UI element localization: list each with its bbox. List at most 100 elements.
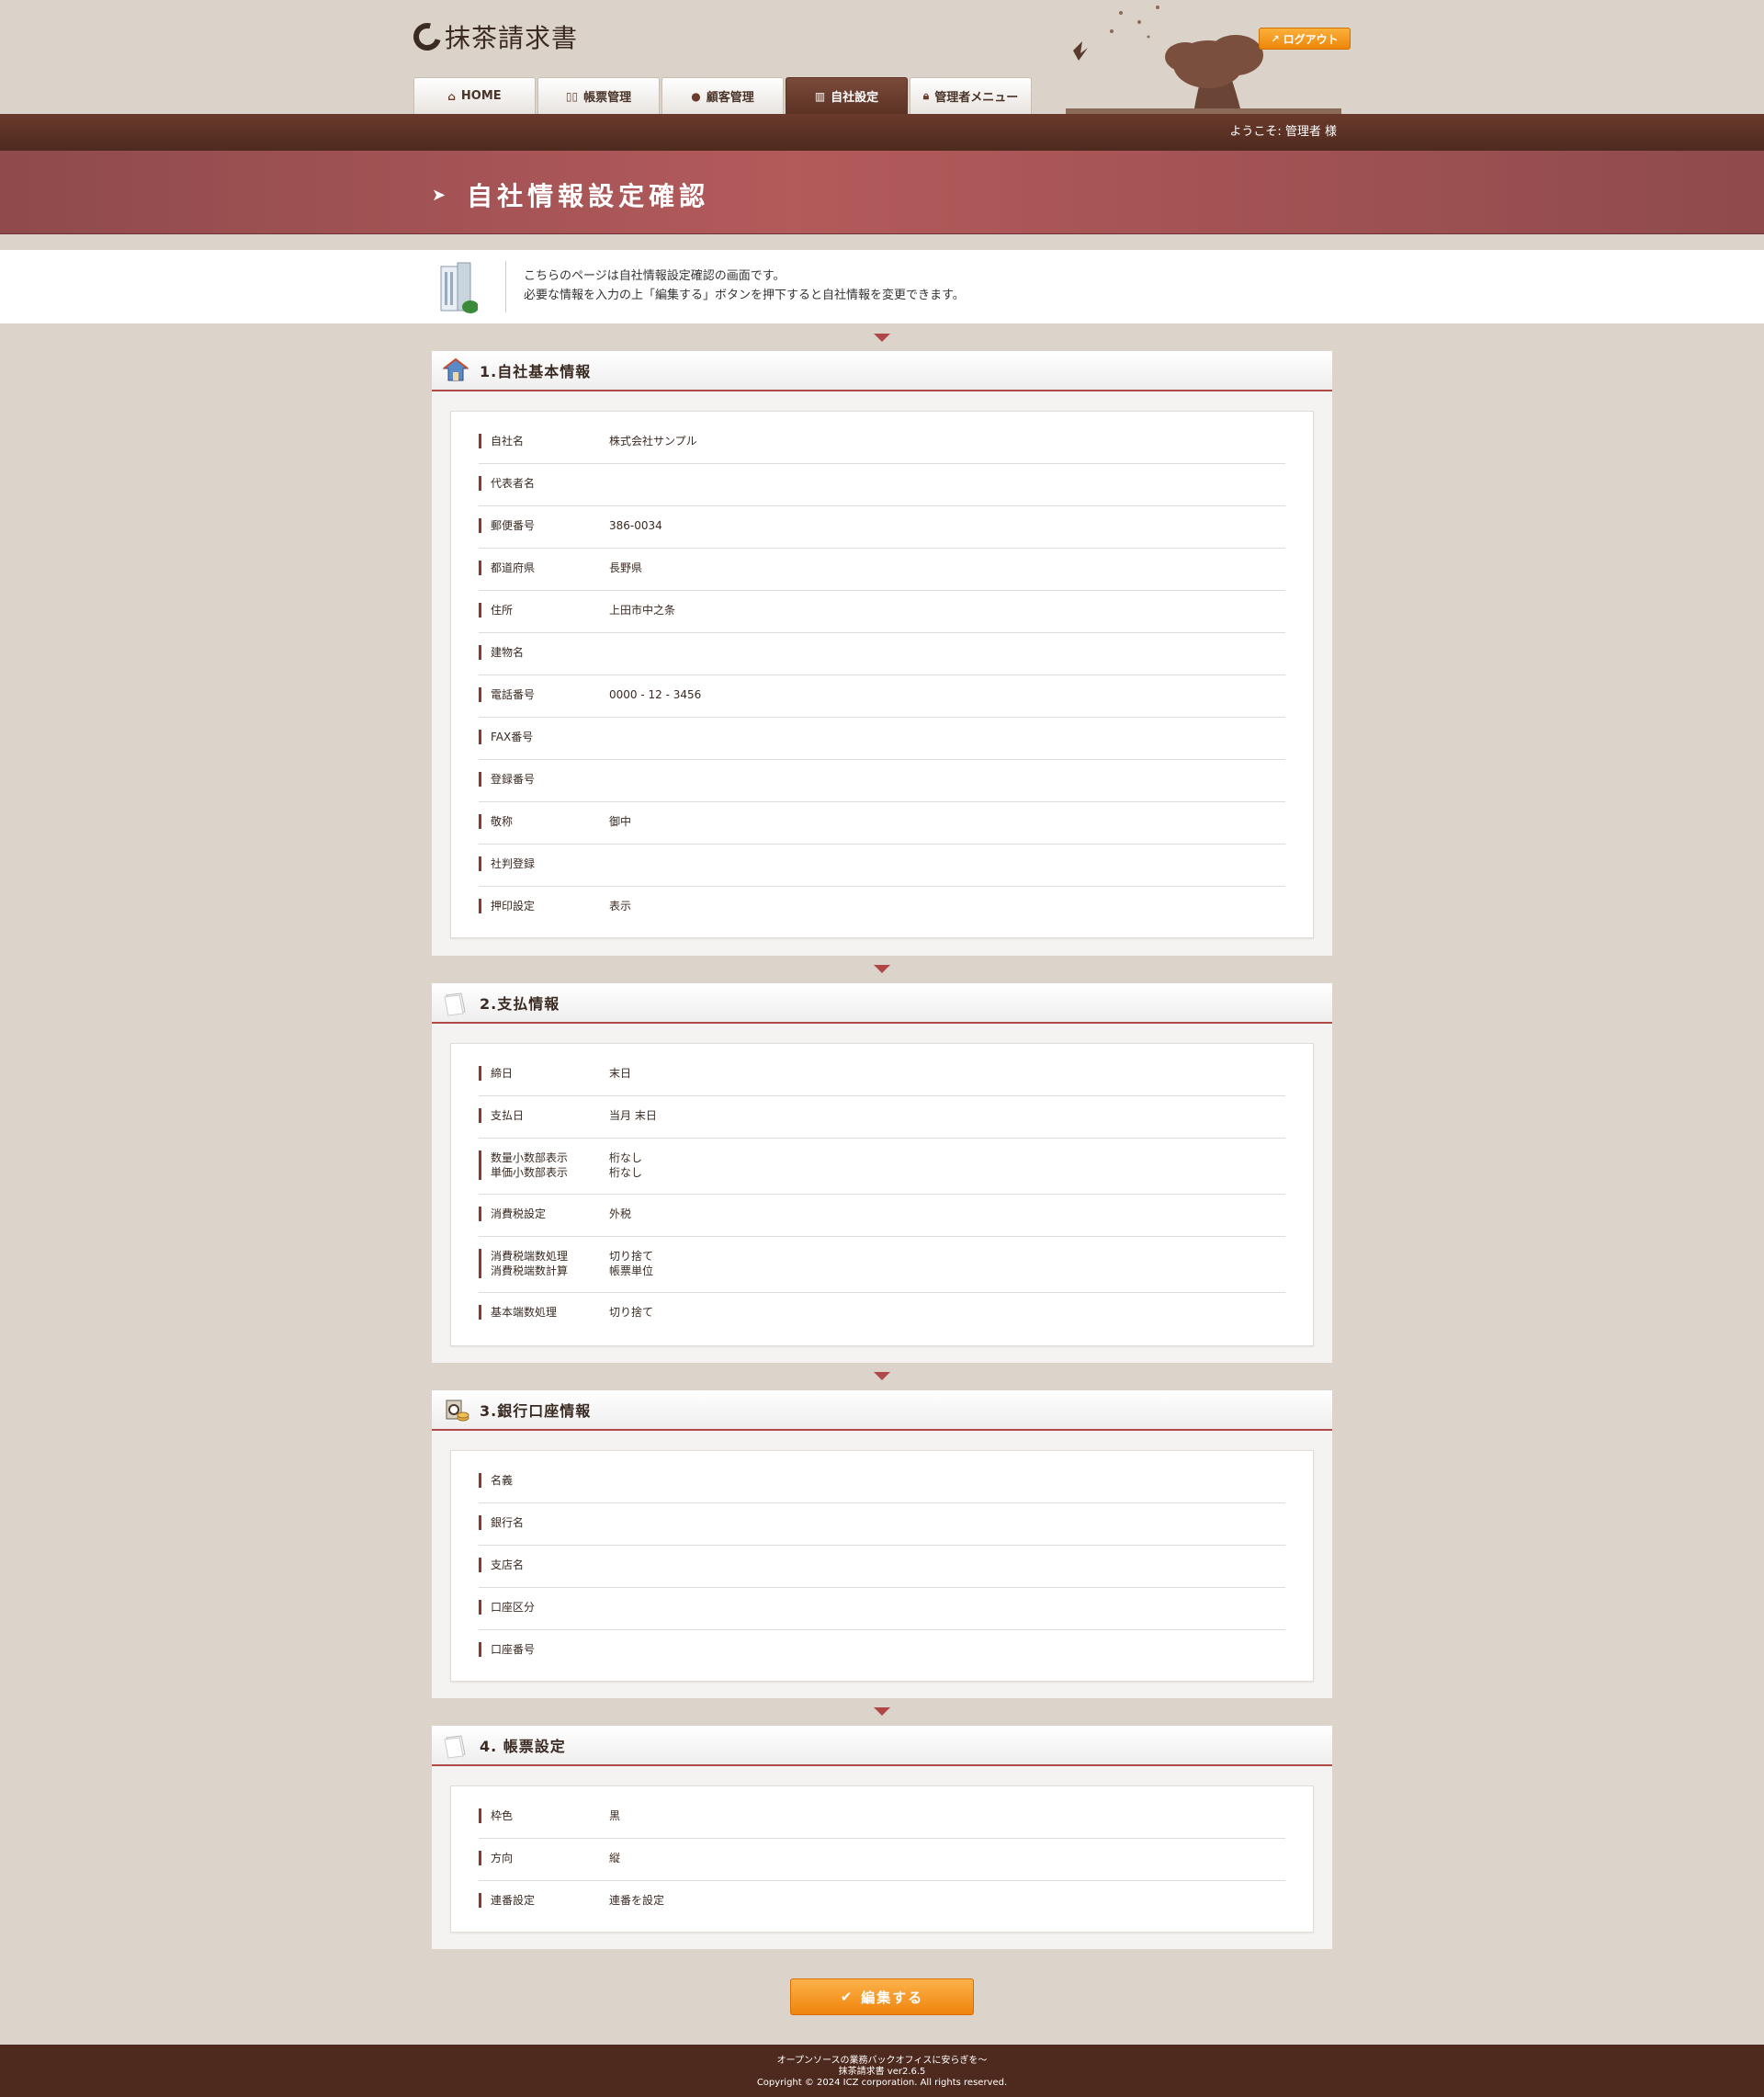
info-row: 支店名 (479, 1558, 1285, 1588)
field-value: 切り捨て 帳票単位 (609, 1250, 654, 1277)
edit-button-label: 編集する (861, 1989, 924, 2006)
section-header: 4. 帳票設定 (432, 1726, 1332, 1766)
info-row: 代表者名 (479, 476, 1285, 506)
field-label: 押印設定 (479, 899, 535, 913)
field-value: 0000 - 12 - 3456 (609, 688, 702, 701)
info-row: 方向 縦 (479, 1851, 1285, 1881)
field-label: 登録番号 (479, 772, 535, 787)
chevron-down-icon (874, 334, 890, 342)
building-icon (440, 262, 478, 313)
logout-label: ログアウト (1283, 32, 1339, 46)
chevron-down-icon (874, 1707, 890, 1716)
info-row: 敬称 御中 (479, 814, 1285, 844)
chevron-down-icon (874, 1372, 890, 1380)
tab-document-management[interactable]: ▯▯ 帳票管理 (537, 77, 660, 114)
field-value: 御中 (609, 815, 632, 828)
tab-label: 帳票管理 (583, 91, 632, 105)
field-label: 都道府県 (479, 561, 535, 575)
field-label: 連番設定 (479, 1893, 535, 1908)
section-payment-info: 2.支払情報 締日 末日 支払日 当月 末日 数量小数部表示 単価小数部表示 桁なし … (432, 983, 1332, 1363)
tree-decoration-icon (1066, 6, 1341, 114)
field-value: 386-0034 (609, 519, 662, 532)
field-value: 当月 末日 (609, 1109, 657, 1122)
chevron-down-icon (874, 965, 890, 973)
page-title-text: 自社情報設定確認 (467, 181, 710, 211)
field-label: 建物名 (479, 645, 524, 660)
field-value: 縦 (609, 1852, 621, 1865)
info-row: 消費税端数処理 消費税端数計算 切り捨て 帳票単位 (479, 1249, 1285, 1293)
info-row: 名義 (479, 1473, 1285, 1503)
field-value: 末日 (609, 1067, 632, 1080)
field-value: 黒 (609, 1809, 621, 1822)
book-icon: ▯▯ (565, 89, 579, 103)
header: 抹茶請求書 ↗ ログアウト ⌂ HOME ▯▯ 帳票管理 ● 顧客管理 ▥ 自社… (0, 0, 1764, 114)
section-title: 2.支払情報 (480, 995, 560, 1013)
paper-icon (444, 1735, 466, 1759)
field-label: 数量小数部表示 単価小数部表示 (479, 1151, 568, 1180)
info-row: 数量小数部表示 単価小数部表示 桁なし 桁なし (479, 1151, 1285, 1195)
section-body: 枠色 黒 方向 縦 連番設定 連番を設定 (450, 1785, 1314, 1933)
home-icon: ⌂ (447, 89, 456, 103)
field-value: 切り捨て (609, 1306, 654, 1319)
lock-icon: 🔒︎ (922, 89, 930, 102)
divider (505, 261, 506, 312)
person-icon: ● (691, 89, 701, 103)
checkmark-icon: ✔ (840, 1989, 854, 2005)
tab-home[interactable]: ⌂ HOME (413, 77, 536, 114)
logo-text: 抹茶請求書 (445, 23, 579, 53)
info-row: 郵便番号 386-0034 (479, 518, 1285, 549)
app-logo[interactable]: 抹茶請求書 (408, 17, 579, 56)
info-row: 締日 末日 (479, 1066, 1285, 1096)
section-header: 3.銀行口座情報 (432, 1390, 1332, 1431)
intro-line-2: 必要な情報を入力の上「編集する」ボタンを押下すると自社情報を変更できます。 (524, 289, 965, 302)
field-label: FAX番号 (479, 730, 533, 744)
field-label: 支払日 (479, 1108, 524, 1123)
page-banner: ➤ 自社情報設定確認 (0, 151, 1764, 234)
footer-version: 抹茶請求書 ver2.6.5 (838, 2067, 926, 2077)
field-label: 敬称 (479, 814, 513, 829)
info-row: 押印設定 表示 (479, 899, 1285, 928)
info-row: FAX番号 (479, 730, 1285, 760)
field-value: 株式会社サンプル (609, 435, 697, 448)
field-label: 銀行名 (479, 1515, 524, 1530)
info-row: 建物名 (479, 645, 1285, 675)
field-label: 口座番号 (479, 1642, 535, 1657)
tab-admin-menu[interactable]: 🔒︎ 管理者メニュー (910, 77, 1032, 114)
section-header: 2.支払情報 (432, 983, 1332, 1024)
field-value: 連番を設定 (609, 1894, 665, 1907)
field-label: 社判登録 (479, 856, 535, 871)
footer-tagline: オープンソースの業務バックオフィスに安らぎを〜 (776, 2056, 988, 2066)
section-company-basic-info: 1.自社基本情報 自社名 株式会社サンプル 代表者名 郵便番号 386-0034 都… (432, 351, 1332, 956)
info-row: 登録番号 (479, 772, 1285, 802)
edit-button[interactable]: ✔ 編集する (790, 1978, 974, 2015)
tab-label: 顧客管理 (706, 91, 754, 105)
section-document-settings: 4. 帳票設定 枠色 黒 方向 縦 連番設定 連番を設定 (432, 1726, 1332, 1949)
intro-panel: こちらのページは自社情報設定確認の画面です。 必要な情報を入力の上「編集する」ボ… (0, 250, 1764, 323)
paper-icon (444, 992, 466, 1016)
logout-button[interactable]: ↗ ログアウト (1259, 28, 1351, 50)
tab-company-settings[interactable]: ▥ 自社設定 (786, 77, 908, 114)
field-label: 支店名 (479, 1558, 524, 1572)
info-row: 銀行名 (479, 1515, 1285, 1546)
section-body: 名義 銀行名 支店名 口座区分 口座番号 (450, 1450, 1314, 1682)
field-value: 外税 (609, 1207, 632, 1220)
info-row: 電話番号 0000 - 12 - 3456 (479, 687, 1285, 718)
section-body: 自社名 株式会社サンプル 代表者名 郵便番号 386-0034 都道府県 長野県 住所… (450, 411, 1314, 938)
field-label: 締日 (479, 1066, 513, 1081)
info-row: 枠色 黒 (479, 1808, 1285, 1839)
tab-customer-management[interactable]: ● 顧客管理 (662, 77, 784, 114)
main-nav-tabs: ⌂ HOME ▯▯ 帳票管理 ● 顧客管理 ▥ 自社設定 🔒︎ 管理者メニュー (413, 77, 1034, 114)
building-icon: ▥ (814, 89, 826, 103)
info-row: 自社名 株式会社サンプル (479, 434, 1285, 464)
info-row: 住所 上田市中之条 (479, 603, 1285, 633)
footer-copyright: Copyright © 2024 ICZ corporation. All ri… (756, 2078, 1008, 2088)
section-title: 4. 帳票設定 (480, 1738, 566, 1755)
field-value: 桁なし 桁なし (609, 1151, 643, 1179)
logo-mark-icon (408, 17, 447, 56)
chevron-right-icon: ➤ (432, 185, 451, 205)
tab-label: 管理者メニュー (934, 91, 1019, 105)
welcome-text: ようこそ: 管理者 様 (1229, 125, 1337, 139)
field-label: 消費税端数処理 消費税端数計算 (479, 1249, 568, 1278)
section-body: 締日 末日 支払日 当月 末日 数量小数部表示 単価小数部表示 桁なし 桁なし 消費税… (450, 1043, 1314, 1346)
info-row: 連番設定 連番を設定 (479, 1893, 1285, 1922)
